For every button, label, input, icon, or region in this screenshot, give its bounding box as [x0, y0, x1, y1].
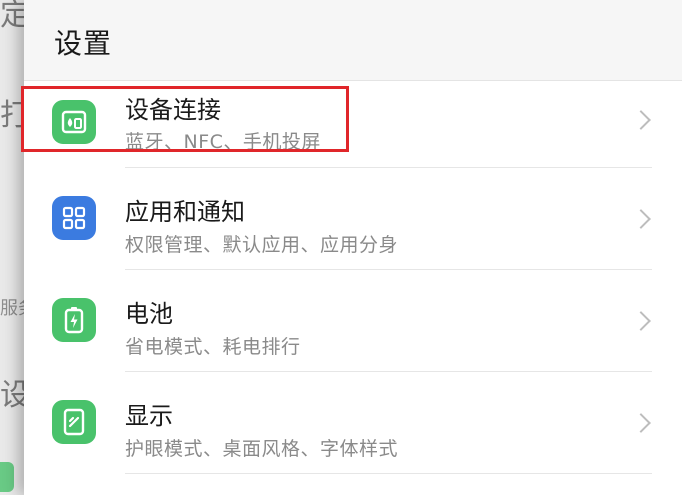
device-connect-icon	[52, 100, 96, 144]
settings-item-apps-notifications[interactable]: 应用和通知 权限管理、默认应用、应用分身	[24, 168, 682, 270]
settings-header: 设置	[24, 0, 682, 81]
settings-list: 设备连接 蓝牙、NFC、手机投屏 应用和通知 权限管理、默认应用、应用分身 电池…	[24, 80, 682, 474]
settings-item-display[interactable]: 显示 护眼模式、桌面风格、字体样式	[24, 372, 682, 474]
settings-item-sublabel: 权限管理、默认应用、应用分身	[125, 234, 399, 256]
settings-item-sublabel: 护眼模式、桌面风格、字体样式	[125, 438, 399, 460]
settings-item-sublabel: 蓝牙、NFC、手机投屏	[125, 131, 321, 153]
settings-item-device-connection[interactable]: 设备连接 蓝牙、NFC、手机投屏	[24, 80, 682, 168]
background-app-icon	[0, 462, 14, 492]
divider	[125, 473, 652, 474]
settings-item-battery[interactable]: 电池 省电模式、耗电排行	[24, 270, 682, 372]
settings-panel: 设置 设备连接 蓝牙、NFC、手机投屏 应用和通知 权限管理、默认应用、应用分身…	[24, 0, 682, 495]
chevron-right-icon	[631, 311, 651, 331]
page-title: 设置	[54, 27, 113, 60]
apps-grid-icon	[52, 196, 96, 240]
settings-item-label: 电池	[125, 300, 173, 328]
chevron-right-icon	[631, 209, 651, 229]
battery-icon	[52, 298, 96, 342]
display-icon	[52, 400, 96, 444]
settings-item-label: 应用和通知	[125, 198, 245, 226]
screen: 定 打 服务 设置 设置 设备连接 蓝牙、NFC、手机投屏	[0, 0, 682, 495]
settings-item-sublabel: 省电模式、耗电排行	[125, 336, 301, 358]
chevron-right-icon	[631, 110, 651, 130]
settings-item-label: 显示	[125, 402, 173, 430]
settings-item-label: 设备连接	[125, 96, 221, 124]
chevron-right-icon	[631, 413, 651, 433]
